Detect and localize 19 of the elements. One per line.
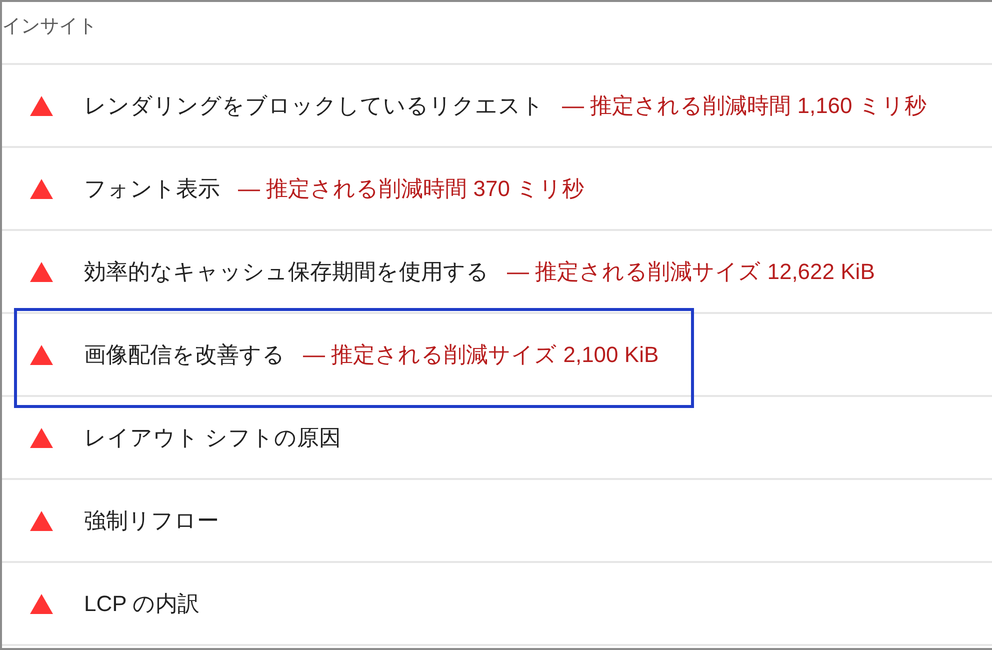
warning-triangle-icon bbox=[30, 510, 53, 530]
warning-triangle-icon bbox=[30, 178, 53, 198]
insight-title: 画像配信を改善する bbox=[84, 340, 285, 368]
section-heading: インサイト bbox=[2, 16, 97, 37]
insight-title: フォント表示 bbox=[84, 174, 220, 202]
warning-triangle-icon bbox=[30, 96, 53, 116]
insight-title: レイアウト シフトの原因 bbox=[84, 424, 342, 452]
warning-triangle-icon bbox=[30, 262, 53, 282]
insight-title: 効率的なキャッシュ保存期間を使用する bbox=[84, 258, 489, 286]
savings-text: — 推定される削減時間 370 ミリ秒 bbox=[238, 174, 584, 202]
warning-triangle-icon bbox=[30, 344, 53, 364]
savings-text: — 推定される削減サイズ 12,622 KiB bbox=[507, 258, 875, 286]
insight-title: レンダリングをブロックしているリクエスト bbox=[84, 92, 544, 120]
insight-title: 強制リフロー bbox=[84, 506, 219, 534]
warning-triangle-icon bbox=[30, 428, 53, 448]
savings-text: — 推定される削減サイズ 2,100 KiB bbox=[303, 340, 659, 368]
warning-triangle-icon bbox=[30, 594, 53, 614]
savings-text: — 推定される削減時間 1,160 ミリ秒 bbox=[562, 92, 926, 120]
insight-title: LCP の内訳 bbox=[84, 590, 200, 618]
